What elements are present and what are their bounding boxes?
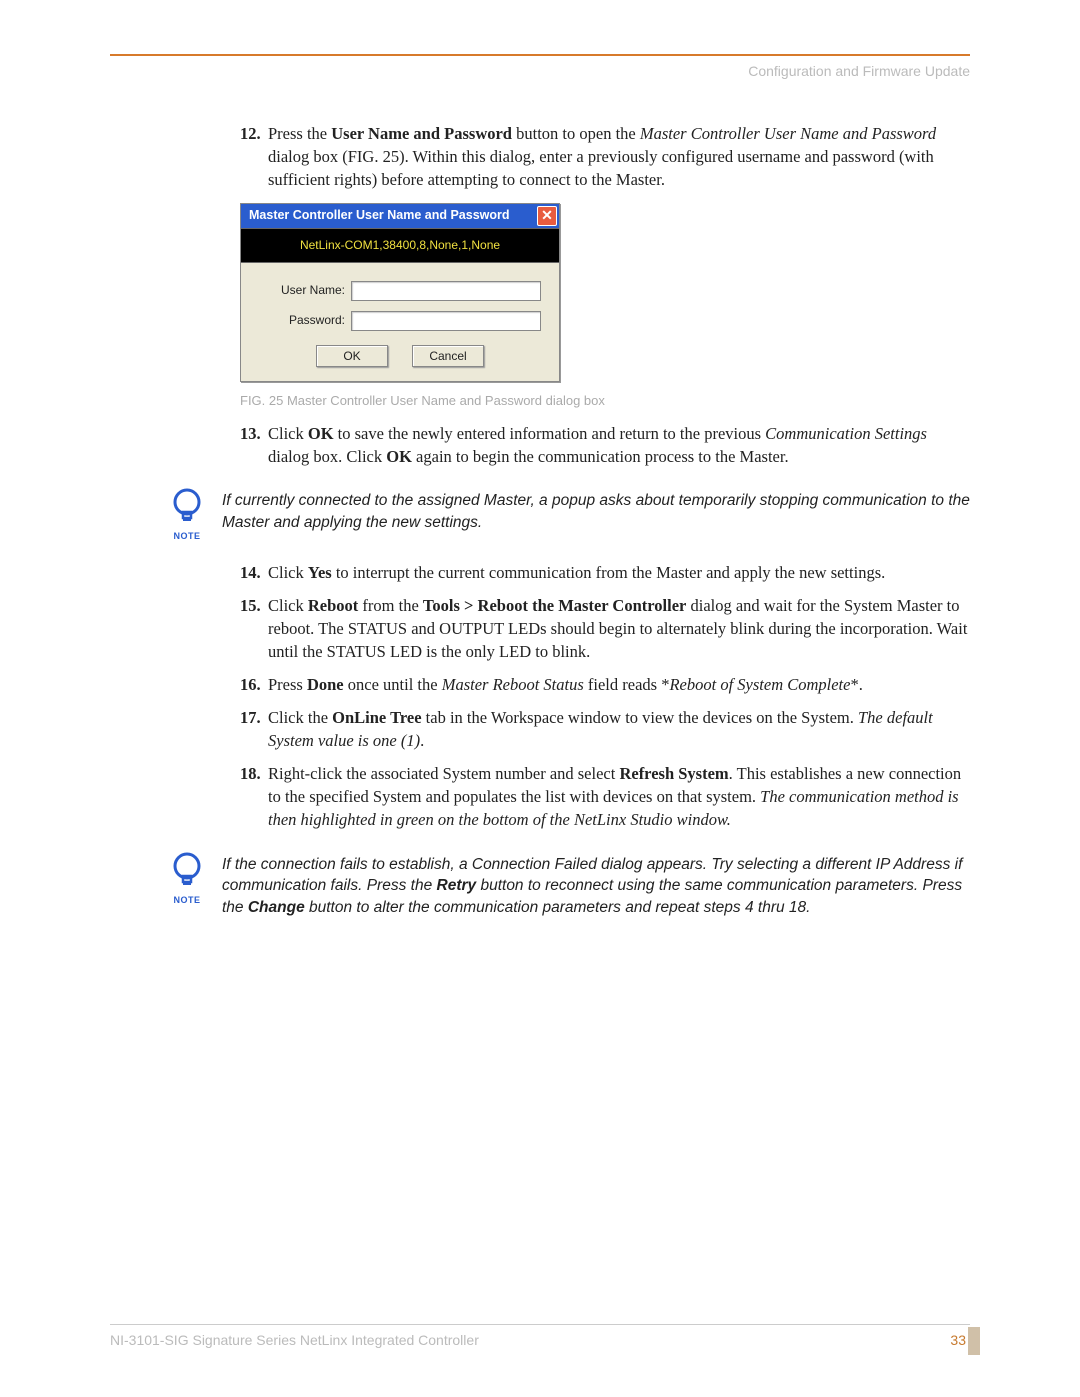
step-text: Right-click the associated System number… (268, 764, 961, 829)
cancel-button[interactable]: Cancel (412, 345, 484, 367)
step-number: 14. (240, 561, 261, 584)
step-number: 12. (240, 122, 261, 145)
username-row: User Name: (259, 281, 541, 301)
lightbulb-icon (170, 488, 204, 528)
top-rule (110, 54, 970, 56)
footer: NI-3101-SIG Signature Series NetLinx Int… (110, 1324, 970, 1351)
username-input[interactable] (351, 281, 541, 301)
content: 12. Press the User Name and Password but… (110, 122, 970, 919)
dialog-title: Master Controller User Name and Password (249, 207, 510, 225)
step-text: Click Yes to interrupt the current commu… (268, 563, 885, 582)
dialog-master-controller: Master Controller User Name and Password… (240, 203, 560, 382)
step-13: 13. Click OK to save the newly entered i… (240, 422, 970, 468)
step-text: Press Done once until the Master Reboot … (268, 675, 863, 694)
note-block-2: NOTE If the connection fails to establis… (170, 852, 970, 919)
step-text: Click Reboot from the Tools > Reboot the… (268, 596, 967, 661)
footer-text: NI-3101-SIG Signature Series NetLinx Int… (110, 1331, 479, 1351)
note-text: If the connection fails to establish, a … (222, 852, 970, 919)
step-number: 18. (240, 762, 261, 785)
page: Configuration and Firmware Update 12. Pr… (0, 0, 1080, 1397)
step-14: 14. Click Yes to interrupt the current c… (240, 561, 970, 584)
dialog-buttons: OK Cancel (259, 345, 541, 367)
lightbulb-icon (170, 852, 204, 892)
dialog-body: User Name: Password: OK Cancel (241, 263, 559, 381)
figure-caption: FIG. 25 Master Controller User Name and … (240, 392, 970, 410)
username-label: User Name: (259, 282, 345, 299)
step-18: 18. Right-click the associated System nu… (240, 762, 970, 831)
dialog-titlebar: Master Controller User Name and Password… (241, 204, 559, 228)
password-input[interactable] (351, 311, 541, 331)
step-number: 16. (240, 673, 261, 696)
step-number: 17. (240, 706, 261, 729)
step-text: Press the User Name and Password button … (268, 124, 936, 189)
ok-button[interactable]: OK (316, 345, 388, 367)
step-17: 17. Click the OnLine Tree tab in the Wor… (240, 706, 970, 752)
steps-list-13: 13. Click OK to save the newly entered i… (240, 422, 970, 468)
section-header: Configuration and Firmware Update (110, 58, 970, 82)
steps-list-b: 14. Click Yes to interrupt the current c… (240, 561, 970, 832)
note-label: NOTE (170, 894, 204, 907)
close-icon[interactable]: ✕ (537, 206, 557, 226)
password-label: Password: (259, 312, 345, 329)
note-icon: NOTE (170, 852, 204, 907)
note-text: If currently connected to the assigned M… (222, 488, 970, 533)
corner-tab (968, 1327, 980, 1355)
note-label: NOTE (170, 530, 204, 543)
step-12: 12. Press the User Name and Password but… (240, 122, 970, 191)
step-text: Click the OnLine Tree tab in the Workspa… (268, 708, 933, 750)
step-15: 15. Click Reboot from the Tools > Reboot… (240, 594, 970, 663)
connection-string: NetLinx-COM1,38400,8,None,1,None (241, 228, 559, 263)
note-icon: NOTE (170, 488, 204, 543)
step-text: Click OK to save the newly entered infor… (268, 424, 927, 466)
step-number: 13. (240, 422, 261, 445)
password-row: Password: (259, 311, 541, 331)
step-number: 15. (240, 594, 261, 617)
steps-list-a: 12. Press the User Name and Password but… (240, 122, 970, 191)
step-16: 16. Press Done once until the Master Reb… (240, 673, 970, 696)
note-block-1: NOTE If currently connected to the assig… (170, 488, 970, 543)
